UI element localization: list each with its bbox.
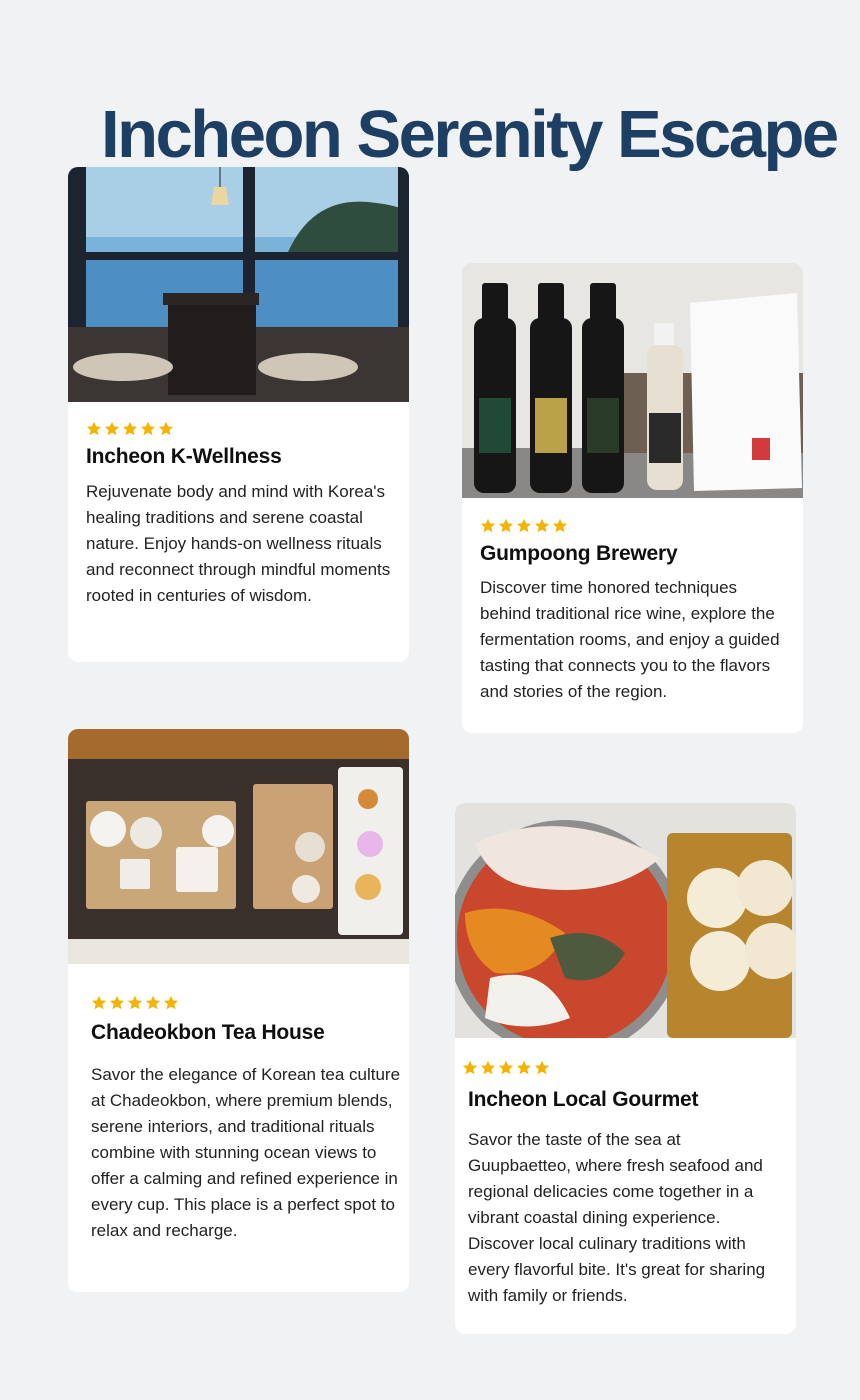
star-icon [163,995,179,1010]
star-icon [534,518,550,533]
star-icon [498,518,514,533]
star-icon [534,1060,550,1075]
star-icon [104,421,120,436]
star-icon [498,1060,514,1075]
star-icon [516,1060,532,1075]
star-icon [516,518,532,533]
card-title: Gumpoong Brewery [480,542,678,565]
rating-stars [462,1060,550,1076]
experience-card-brewery[interactable]: Gumpoong Brewery Discover time honored t… [462,263,803,733]
card-title: Incheon K-Wellness [86,445,282,468]
rating-stars [480,518,568,534]
star-icon [109,995,125,1010]
star-icon [462,1060,478,1075]
star-icon [140,421,156,436]
star-icon [122,421,138,436]
rating-stars [91,995,179,1011]
seafood-hotpot-photo [455,803,796,1038]
ocean-view-room-photo [68,167,409,402]
star-icon [91,995,107,1010]
card-description: Savor the elegance of Korean tea culture… [91,1065,401,1240]
experience-card-wellness[interactable]: Incheon K-Wellness Rejuvenate body and m… [68,167,409,662]
card-description: Discover time honored techniques behind … [480,578,780,701]
star-icon [552,518,568,533]
star-icon [86,421,102,436]
rice-wine-bottles-photo [462,263,803,498]
card-description: Rejuvenate body and mind with Korea's he… [86,482,391,605]
star-icon [480,518,496,533]
star-icon [145,995,161,1010]
rating-stars [86,421,174,437]
tea-set-photo [68,729,409,964]
card-description: Savor the taste of the sea at Guupbaette… [468,1130,766,1305]
experience-card-tea-house[interactable]: Chadeokbon Tea House Savor the elegance … [68,729,409,1292]
star-icon [480,1060,496,1075]
star-icon [158,421,174,436]
card-title: Chadeokbon Tea House [91,1021,325,1044]
star-icon [127,995,143,1010]
card-title: Incheon Local Gourmet [468,1088,699,1111]
experience-card-gourmet[interactable]: Incheon Local Gourmet Savor the taste of… [455,803,796,1334]
page-title: Incheon Serenity Escape [101,96,839,172]
